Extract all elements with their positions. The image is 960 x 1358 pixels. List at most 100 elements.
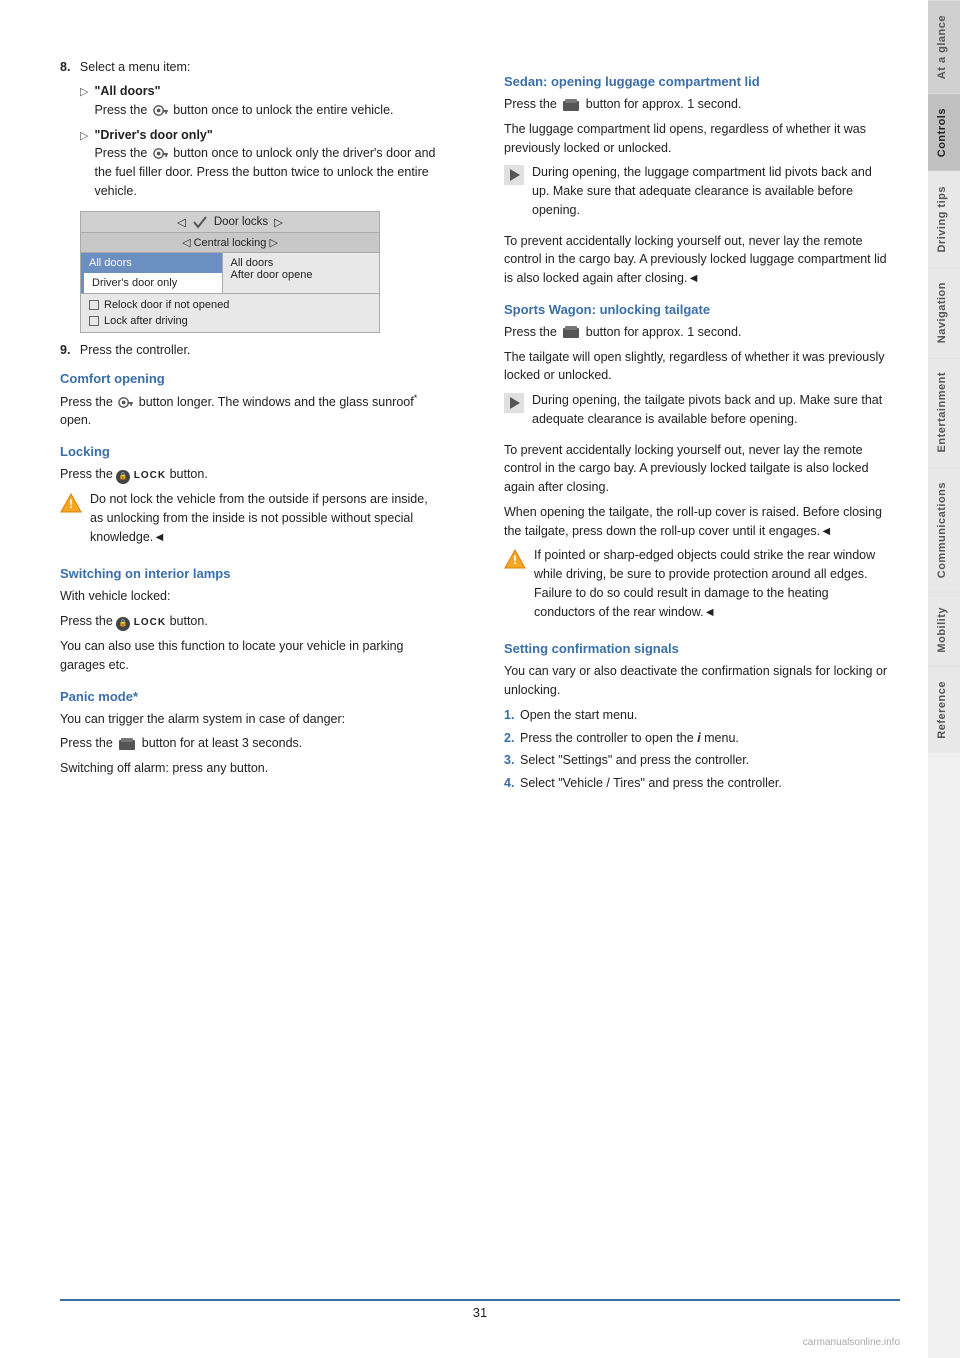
sedan-note-text: During opening, the luggage compartment … [532,163,888,219]
door-locks-subtitle: ◁ Central locking ▷ [81,233,379,253]
svg-text:!: ! [513,553,517,567]
step-num-4: 4. [504,774,514,793]
drivers-door-title: "Driver's door only" [94,126,444,145]
trunk-icon-inline [118,737,136,751]
comfort-opening-text: Press the button longer. The windows and… [60,392,444,431]
locking-warning-text: Do not lock the vehicle from the outside… [90,490,444,546]
sports-wagon-danger: ! If pointed or sharp-edged objects coul… [504,546,888,627]
arrow-icon-2: ▷ [80,128,88,201]
lock-text-2: LOCK [134,617,166,628]
door-locks-body: All doors Driver's door only All doors A… [81,253,379,293]
checkmark-icon [192,215,208,229]
trunk-icon-1 [562,98,580,112]
warning-triangle-icon-2: ! [504,548,526,570]
step-text-1: Open the start menu. [520,708,637,722]
key-icon-2 [153,146,168,161]
comfort-opening-heading: Comfort opening [60,371,444,386]
locking-heading: Locking [60,444,444,459]
door-locks-title-text: Door locks [214,216,268,228]
step-9-text: Press the controller. [80,343,190,357]
confirmation-steps-list: 1. Open the start menu. 2. Press the con… [504,706,888,793]
page-container: 8. Select a menu item: ▷ "All doors" Pre… [0,0,960,1358]
drivers-door-option[interactable]: Driver's door only [81,273,222,293]
step-9-number: 9. [60,343,70,357]
door-locks-ui: ◁ Door locks ▷ ◁ Central locking ▷ All d… [80,211,380,333]
locking-warning: ! Do not lock the vehicle from the outsi… [60,490,444,552]
interior-lamps-line2: You can also use this function to locate… [60,637,444,675]
lock-after-driving-label: Lock after driving [104,315,188,327]
sports-wagon-intro: Press the button for approx. 1 second. [504,323,888,342]
sidebar-tab-entertainment[interactable]: Entertainment [928,357,960,466]
page-bottom-bar: 31 [60,1299,900,1320]
arrow-icon-1: ▷ [80,84,88,120]
all-doors-option[interactable]: All doors [81,253,222,273]
sedan-luggage-body: The luggage compartment lid opens, regar… [504,120,888,158]
right-option-2: After door opene [231,269,372,281]
door-locks-right: All doors After door opene [223,253,380,293]
confirmation-step-1: 1. Open the start menu. [504,706,888,725]
lock-after-driving-checkbox[interactable]: Lock after driving [89,313,371,329]
relock-checkbox[interactable]: Relock door if not opened [89,297,371,313]
panic-mode-line2: Switching off alarm: press any button. [60,759,444,778]
step-text-4: Select "Vehicle / Tires" and press the c… [520,776,782,790]
trunk-icon-2 [562,325,580,339]
drivers-door-body: Press the button once to unlock only the… [94,146,435,198]
sidebar-tab-at-a-glance[interactable]: At a glance [928,0,960,93]
checkbox-icon-2 [89,316,99,326]
all-doors-body: Press the button once to unlock the enti… [94,103,393,117]
sidebar-tab-controls[interactable]: Controls [928,93,960,171]
locking-section: Locking Press the 🔒 LOCK button. ! Do no… [60,444,444,552]
lock-text: LOCK [134,470,166,481]
watermark: carmanualsonline.info [803,1337,900,1348]
sports-wagon-warning2: When opening the tailgate, the roll-up c… [504,503,888,541]
confirmation-step-2: 2. Press the controller to open the i me… [504,729,888,748]
locking-text: Press the 🔒 LOCK button. [60,465,444,484]
interior-lamps-heading: Switching on interior lamps [60,566,444,581]
main-content: 8. Select a menu item: ▷ "All doors" Pre… [0,0,928,1358]
all-doors-title: "All doors" [94,82,444,101]
confirmation-step-4: 4. Select "Vehicle / Tires" and press th… [504,774,888,793]
arrow-right-icon-2 [504,393,524,413]
door-locks-subtitle-text: Central locking [194,237,267,249]
panic-mode-line1: Press the button for at least 3 seconds. [60,734,444,753]
svg-text:!: ! [69,497,73,511]
sub-item-all-doors: ▷ "All doors" Press the button once to u… [80,82,444,120]
step-num-2: 2. [504,729,514,748]
confirmation-step-3: 3. Select "Settings" and press the contr… [504,751,888,770]
page-number: 31 [473,1305,487,1320]
step-9: 9. Press the controller. [60,343,444,357]
sports-wagon-body: The tailgate will open slightly, regardl… [504,348,888,386]
sub-item-drivers-door: ▷ "Driver's door only" Press the button … [80,126,444,201]
warning-triangle-icon: ! [60,492,82,514]
i-menu-icon: i [697,731,700,745]
left-column: 8. Select a menu item: ▷ "All doors" Pre… [60,60,464,1298]
sedan-luggage-intro: Press the button for approx. 1 second. [504,95,888,114]
sidebar-tab-reference[interactable]: Reference [928,666,960,753]
panic-mode-heading: Panic mode* [60,689,444,704]
lock-circle-icon: 🔒 [116,470,130,484]
sub-items: ▷ "All doors" Press the button once to u… [80,82,444,201]
sports-wagon-danger-text: If pointed or sharp-edged objects could … [534,546,888,621]
step-text-3: Select "Settings" and press the controll… [520,753,749,767]
panic-mode-section: Panic mode* You can trigger the alarm sy… [60,689,444,778]
sedan-luggage-heading: Sedan: opening luggage compartment lid [504,74,888,89]
sidebar: At a glance Controls Driving tips Naviga… [928,0,960,1358]
sports-wagon-section: Sports Wagon: unlocking tailgate Press t… [504,302,888,628]
key-icon-1 [153,103,168,118]
key-icon-3 [118,395,133,410]
sedan-note: During opening, the luggage compartment … [504,163,888,225]
lock-button-inline: 🔒 [116,470,130,484]
interior-lamps-intro: With vehicle locked: [60,587,444,606]
step-8-number: 8. [60,60,70,74]
sports-wagon-heading: Sports Wagon: unlocking tailgate [504,302,888,317]
right-column: Sedan: opening luggage compartment lid P… [494,60,888,1298]
sidebar-tab-navigation[interactable]: Navigation [928,267,960,357]
panic-mode-intro: You can trigger the alarm system in case… [60,710,444,729]
sidebar-tab-driving-tips[interactable]: Driving tips [928,171,960,267]
interior-lamps-section: Switching on interior lamps With vehicle… [60,566,444,674]
sidebar-tab-communications[interactable]: Communications [928,467,960,592]
setting-confirmation-heading: Setting confirmation signals [504,641,888,656]
setting-confirmation-section: Setting confirmation signals You can var… [504,641,888,793]
arrow-right-icon-1 [504,165,524,185]
sidebar-tab-mobility[interactable]: Mobility [928,592,960,667]
